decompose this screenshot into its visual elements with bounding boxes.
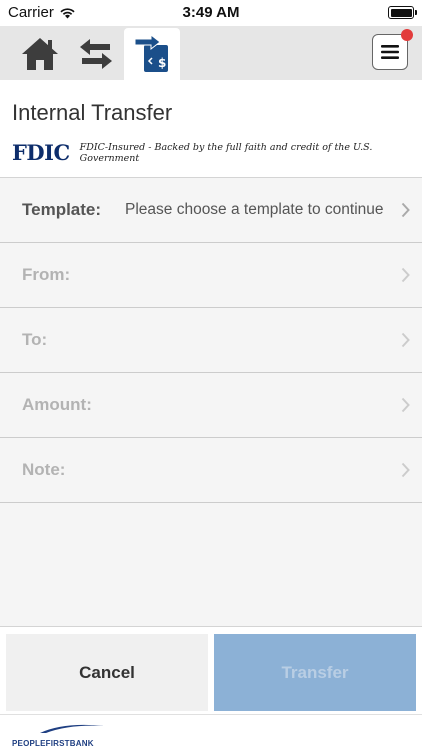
bank-name: PEOPLEFIRSTBANK: [12, 739, 94, 748]
amount-row[interactable]: Amount:: [0, 373, 422, 438]
chevron-right-icon: [401, 332, 410, 348]
tab-internal-transfer[interactable]: $: [124, 28, 180, 80]
page-header: Internal Transfer FDIC FDIC-Insured - Ba…: [0, 80, 422, 178]
fdic-text: FDIC-Insured - Backed by the full faith …: [79, 141, 373, 164]
note-row[interactable]: Note:: [0, 438, 422, 503]
template-label: Template:: [22, 200, 102, 219]
from-label: From:: [22, 265, 71, 284]
action-bar: Cancel Transfer: [0, 626, 422, 714]
transfer-arrows-icon: [80, 39, 112, 69]
svg-text:$: $: [158, 56, 166, 70]
template-value: Please choose a template to continue: [125, 201, 384, 218]
template-row[interactable]: Template: Please choose a template to co…: [0, 178, 422, 243]
fdic-disclosure: FDIC FDIC-Insured - Backed by the full f…: [12, 140, 422, 165]
top-tab-bar: $: [0, 26, 422, 80]
footer: PEOPLEFIRSTBANK: [0, 714, 422, 750]
transfer-form: Template: Please choose a template to co…: [0, 178, 422, 626]
chevron-right-icon: [401, 202, 410, 218]
internal-transfer-icon: $: [134, 34, 168, 72]
bank-logo: PEOPLEFIRSTBANK: [12, 721, 108, 748]
to-label: To:: [22, 330, 48, 349]
tab-transfers[interactable]: [68, 28, 124, 80]
menu-button[interactable]: [372, 29, 413, 70]
bank-logo-swoosh-icon: [40, 724, 104, 733]
to-row[interactable]: To:: [0, 308, 422, 373]
from-row[interactable]: From:: [0, 243, 422, 308]
tab-home[interactable]: [12, 28, 68, 80]
chevron-right-icon: [401, 397, 410, 413]
chevron-right-icon: [401, 462, 410, 478]
page-title: Internal Transfer: [12, 100, 173, 125]
cancel-button[interactable]: Cancel: [6, 634, 208, 711]
transfer-button[interactable]: Transfer: [214, 634, 416, 711]
amount-label: Amount:: [22, 395, 92, 414]
battery-icon: [388, 6, 417, 19]
home-icon: [22, 38, 58, 70]
fdic-logo: FDIC: [12, 140, 70, 165]
notification-badge: [401, 29, 413, 41]
chevron-right-icon: [401, 267, 410, 283]
hamburger-menu-icon: [381, 45, 399, 59]
status-time: 3:49 AM: [182, 4, 240, 21]
note-label: Note:: [22, 460, 66, 479]
status-bar: Carrier 3:49 AM: [0, 0, 422, 26]
